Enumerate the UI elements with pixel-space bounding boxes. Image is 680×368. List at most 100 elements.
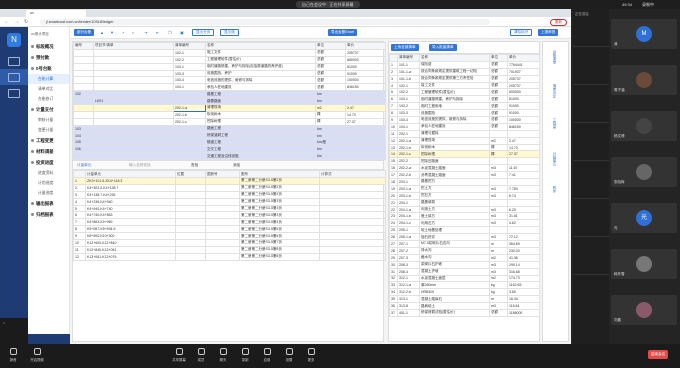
vertical-tab[interactable]: 清单对比 [553, 84, 558, 110]
ledger-cell[interactable]: 104-1 [173, 83, 206, 92]
bill-cell[interactable]: 102-2 [397, 88, 420, 97]
video-tile[interactable]: M我 [611, 19, 677, 49]
bill-cell[interactable]: 沥青混凝土路面 [419, 171, 490, 180]
bill-cell[interactable]: 6.74 [507, 191, 540, 200]
bill-cell[interactable]: 总额 [489, 109, 508, 118]
bill-cell[interactable]: 204-1 [397, 198, 420, 207]
ledger-cell[interactable]: 总额 [315, 76, 346, 85]
bill-cell[interactable]: 312-2-b [397, 288, 420, 297]
bill-cell[interactable]: 桥梁荷载试验(暂估价) [419, 308, 490, 317]
ledger-cell[interactable]: 205737 [345, 48, 386, 57]
unit-cell[interactable] [205, 183, 240, 192]
bill-cell[interactable]: 总额 [489, 81, 508, 90]
forward-icon[interactable]: → [14, 19, 19, 25]
bill-cell[interactable]: 按合同条款规定提供第三方责任险 [419, 74, 490, 83]
bill-cell[interactable]: m3 [489, 267, 508, 276]
bill-cell[interactable]: 挖除旧路面 [419, 157, 490, 166]
bill-cell[interactable]: 临时工程用地 [419, 102, 490, 111]
copy-icon[interactable]: ❐ [168, 30, 172, 35]
unit-cell[interactable]: 第二册第二分册S3-5第4页 [239, 218, 320, 227]
ledger-row[interactable]: 102 路基工程 km [73, 90, 386, 99]
ledger-row[interactable]: 105 隧道工程 km/座 [73, 138, 386, 147]
unit-cell[interactable] [319, 183, 386, 192]
bill-cell[interactable]: m2 [489, 136, 508, 145]
ledger-cell[interactable]: LK01 [93, 97, 174, 106]
unit-cell[interactable]: K8+900-K10+300 [85, 232, 176, 241]
ledger-cell[interactable]: 交通工程及沿线设施 [205, 152, 316, 161]
ledger-cell[interactable]: 103 [73, 124, 94, 133]
unit-cell[interactable] [205, 218, 240, 227]
ledger-row[interactable]: 106 交叉工程 km [73, 145, 386, 154]
unit-cell[interactable] [319, 177, 386, 185]
unit-cell[interactable]: ZK3+101.5-ZK4+118.3 [85, 177, 176, 185]
bill-cell[interactable]: 103-1 [397, 95, 420, 104]
bill-row[interactable]: 12 202-1-a 清理现场 m2 2.47 [389, 136, 540, 145]
ledger-cell[interactable]: 承包人驻地建设 [205, 83, 316, 92]
ledger-cell[interactable] [93, 110, 174, 119]
bill-cell[interactable]: 按合同条款规定提供建筑工程一切险 [419, 67, 490, 76]
bill-row[interactable]: 35 313-1 混凝土路缘石 m 16.34 [389, 295, 540, 304]
bill-cell[interactable]: 312-1-a [397, 281, 420, 290]
upload-all-button[interactable]: 上传全部清单 [391, 44, 419, 51]
bill-cell[interactable] [507, 226, 540, 235]
tb-partial-button[interactable]: 部分台账 [74, 29, 95, 36]
ledger-cell[interactable] [93, 152, 174, 161]
bill-row[interactable]: 17 202-2-b 沥青混凝土路面 m3 7.41 [389, 171, 540, 180]
ledger-row[interactable]: 102-2 工程管理软件(暂估价) 总额 680000 [73, 55, 386, 64]
bill-cell[interactable]: 202-2-b [397, 171, 420, 180]
ledger-cell[interactable]: 27.37 [345, 117, 386, 126]
bill-cell[interactable]: 排水沟 [419, 246, 490, 255]
unit-row[interactable]: 7 K4+863-K4+969 第二册第二分册S3-5第4页 [73, 218, 386, 227]
unit-cell[interactable]: K4+863-K4+969 [85, 218, 176, 227]
ledger-cell[interactable]: 交叉工程 [205, 145, 316, 154]
bill-row[interactable]: 15 202-2 挖除旧路面 [389, 157, 540, 166]
unit-cell[interactable]: K4+138.7-K4+236 [85, 190, 176, 199]
ledger-cell[interactable]: 2.47 [345, 104, 386, 112]
ledger-cell[interactable] [173, 124, 206, 133]
bill-row[interactable]: 13 202-1-b 砍伐树木棵 14.73 [389, 143, 540, 152]
delete-icon[interactable]: × [132, 30, 134, 35]
bill-cell[interactable]: 41.36 [507, 253, 540, 262]
bill-row[interactable]: 37 401-1 桥梁荷载试验(暂估价) 总额 1186000 [389, 308, 540, 317]
bill-cell[interactable]: 清理与掘除 [419, 129, 490, 138]
bill-cell[interactable]: 电信设施的提供、维修与拆除 [419, 116, 490, 124]
unit-row[interactable]: 2 K4+302.0-K4+138.7 第二册第二分册S3-5第2页 [73, 183, 386, 192]
bill-cell[interactable]: 总额 [489, 88, 508, 97]
bill-cell[interactable]: 总额 [489, 67, 508, 76]
unit-row[interactable]: 9 K8+900-K10+300 第二册第二分册S3-5第6页 [73, 232, 386, 241]
bill-cell[interactable]: 利用土方 [419, 205, 490, 214]
ledger-cell[interactable] [73, 76, 94, 85]
unit-cell[interactable]: 第二册第二分册S3-5第5页 [239, 225, 320, 234]
bill-cell[interactable]: 工程管理软件(暂估价) [419, 88, 490, 97]
bill-cell[interactable]: 701937 [507, 67, 540, 76]
bill-cell[interactable]: 借土填方 [419, 212, 490, 221]
ledger-row[interactable]: 104 桥梁涵洞工程 km [73, 131, 386, 140]
ledger-cell[interactable]: 清理现场 [205, 104, 316, 112]
bill-cell[interactable]: 竣工文件 [419, 81, 490, 90]
menu-item[interactable]: 预付款 [28, 52, 69, 63]
ledger-cell[interactable]: 设施围挡、养护 [205, 69, 316, 78]
bill-cell[interactable]: 101-1-b [397, 74, 420, 83]
ledger-cell[interactable] [93, 145, 174, 154]
ledger-cell[interactable]: 总额 [315, 69, 346, 78]
unit-tab[interactable]: 计量单元 [77, 163, 91, 168]
bill-cell[interactable]: 16.34 [507, 295, 540, 304]
ledger-cell[interactable] [73, 104, 94, 112]
unit-cell[interactable] [319, 232, 386, 241]
bill-cell[interactable]: 7.783 [507, 184, 540, 193]
ledger-cell[interactable] [93, 69, 174, 78]
bill-cell[interactable]: 混凝土护坡 [419, 267, 490, 276]
bill-row[interactable]: 21 204-1 路基填筑 [389, 198, 540, 207]
bill-row[interactable]: 8 103-3 设施围挡 总额 91000 [389, 109, 540, 118]
bill-cell[interactable]: 316.68 [507, 267, 540, 276]
bill-cell[interactable]: 棵 [489, 143, 508, 152]
bill-cell[interactable]: 软土地基处理 [419, 226, 490, 235]
meeting-control-button[interactable]: 开启视频 [28, 348, 46, 362]
bill-cell[interactable]: 7754441 [507, 60, 540, 69]
menu-collapse[interactable] [28, 334, 70, 344]
unit-cell[interactable]: 4 [73, 197, 86, 206]
meeting-control-button[interactable]: 设置 [280, 348, 298, 362]
tb-paging-button[interactable]: 显示分页 [192, 29, 215, 36]
unit-cell[interactable] [175, 218, 206, 227]
unit-cell[interactable] [319, 204, 386, 213]
